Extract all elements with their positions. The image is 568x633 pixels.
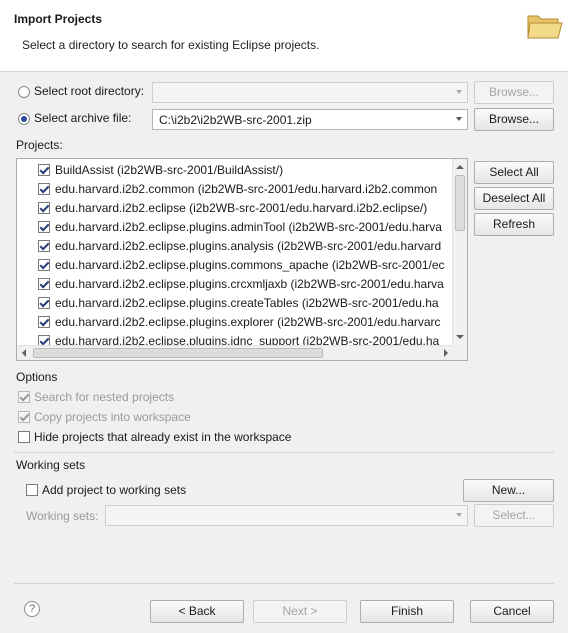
project-name: edu.harvard.i2b2.common (i2b2WB-src-2001…	[55, 182, 438, 196]
project-name: edu.harvard.i2b2.eclipse.plugins.jdnc_su…	[55, 334, 440, 345]
project-checkbox[interactable]	[38, 221, 50, 233]
archive-browse-button[interactable]: Browse...	[474, 108, 554, 131]
search-nested-label: Search for nested projects	[34, 390, 175, 404]
project-name: edu.harvard.i2b2.eclipse.plugins.createT…	[55, 296, 439, 310]
search-nested-checkbox[interactable]	[18, 391, 30, 403]
dialog-header: Import Projects Select a directory to se…	[0, 0, 568, 72]
hide-existing-label: Hide projects that already exist in the …	[34, 430, 292, 444]
folder-icon	[527, 15, 563, 39]
cancel-button[interactable]: Cancel	[470, 600, 554, 623]
archive-file-combo[interactable]: C:\i2b2\i2b2WB-src-2001.zip	[152, 109, 468, 130]
project-name: edu.harvard.i2b2.eclipse.plugins.analysi…	[55, 239, 442, 253]
project-checkbox[interactable]	[38, 316, 50, 328]
list-item[interactable]: edu.harvard.i2b2.eclipse.plugins.crcxmlj…	[17, 274, 453, 293]
projects-list-viewport: BuildAssist (i2b2WB-src-2001/BuildAssist…	[17, 159, 453, 345]
list-item[interactable]: edu.harvard.i2b2.eclipse.plugins.createT…	[17, 293, 453, 312]
project-checkbox[interactable]	[38, 183, 50, 195]
copy-projects-checkbox[interactable]	[18, 411, 30, 423]
scroll-up-icon[interactable]	[456, 165, 464, 169]
working-sets-heading: Working sets	[16, 458, 86, 472]
refresh-button[interactable]: Refresh	[474, 213, 554, 236]
new-working-set-button[interactable]: New...	[463, 479, 554, 502]
help-icon[interactable]: ?	[24, 601, 40, 617]
chevron-down-icon	[456, 90, 462, 94]
scroll-thumb[interactable]	[455, 175, 465, 231]
select-root-directory-radio[interactable]	[18, 86, 30, 98]
list-item[interactable]: edu.harvard.i2b2.eclipse.plugins.explore…	[17, 312, 453, 331]
project-name: edu.harvard.i2b2.eclipse.plugins.commons…	[55, 258, 445, 272]
back-button[interactable]: < Back	[150, 600, 244, 623]
project-name: BuildAssist (i2b2WB-src-2001/BuildAssist…	[55, 163, 284, 177]
list-item[interactable]: edu.harvard.i2b2.eclipse (i2b2WB-src-200…	[17, 198, 453, 217]
root-directory-combo[interactable]	[152, 82, 468, 103]
list-item[interactable]: BuildAssist (i2b2WB-src-2001/BuildAssist…	[17, 160, 453, 179]
select-archive-file-label: Select archive file:	[34, 111, 132, 125]
scroll-left-icon[interactable]	[22, 349, 26, 357]
projects-list[interactable]: BuildAssist (i2b2WB-src-2001/BuildAssist…	[16, 158, 468, 361]
select-root-directory-label: Select root directory:	[34, 84, 145, 98]
options-heading: Options	[16, 370, 58, 384]
section-divider	[14, 452, 554, 453]
footer-divider	[14, 583, 554, 584]
finish-button[interactable]: Finish	[360, 600, 454, 623]
project-checkbox[interactable]	[38, 164, 50, 176]
list-item[interactable]: edu.harvard.i2b2.eclipse.plugins.jdnc_su…	[17, 331, 453, 345]
select-archive-file-radio[interactable]	[18, 113, 30, 125]
archive-file-value: C:\i2b2\i2b2WB-src-2001.zip	[159, 113, 312, 127]
root-browse-button[interactable]: Browse...	[474, 81, 554, 104]
project-name: edu.harvard.i2b2.eclipse (i2b2WB-src-200…	[55, 201, 428, 215]
project-checkbox[interactable]	[38, 278, 50, 290]
project-checkbox[interactable]	[38, 335, 50, 345]
project-checkbox[interactable]	[38, 202, 50, 214]
chevron-down-icon	[456, 513, 462, 517]
project-checkbox[interactable]	[38, 240, 50, 252]
dialog-title: Import Projects	[14, 12, 103, 26]
scroll-thumb[interactable]	[33, 348, 323, 358]
chevron-down-icon	[456, 117, 462, 121]
copy-projects-label: Copy projects into workspace	[34, 410, 191, 424]
deselect-all-button[interactable]: Deselect All	[474, 187, 554, 210]
projects-label: Projects:	[16, 138, 63, 152]
vertical-scrollbar[interactable]	[452, 159, 467, 345]
select-working-set-button[interactable]: Select...	[474, 504, 554, 527]
scroll-right-icon[interactable]	[444, 349, 448, 357]
hide-existing-checkbox[interactable]	[18, 431, 30, 443]
dialog-description: Select a directory to search for existin…	[22, 38, 320, 52]
working-sets-label: Working sets:	[26, 509, 99, 523]
project-name: edu.harvard.i2b2.eclipse.plugins.explore…	[55, 315, 441, 329]
add-to-working-sets-checkbox[interactable]	[26, 484, 38, 496]
list-item[interactable]: edu.harvard.i2b2.eclipse.plugins.analysi…	[17, 236, 453, 255]
working-sets-combo[interactable]	[105, 505, 468, 526]
project-checkbox[interactable]	[38, 259, 50, 271]
horizontal-scrollbar[interactable]	[17, 345, 453, 360]
list-item[interactable]: edu.harvard.i2b2.eclipse.plugins.commons…	[17, 255, 453, 274]
project-checkbox[interactable]	[38, 297, 50, 309]
list-item[interactable]: edu.harvard.i2b2.common (i2b2WB-src-2001…	[17, 179, 453, 198]
scroll-down-icon[interactable]	[456, 335, 464, 339]
next-button[interactable]: Next >	[253, 600, 347, 623]
scrollbar-corner	[452, 345, 467, 360]
project-name: edu.harvard.i2b2.eclipse.plugins.crcxmlj…	[55, 277, 444, 291]
select-all-button[interactable]: Select All	[474, 161, 554, 184]
project-name: edu.harvard.i2b2.eclipse.plugins.adminTo…	[55, 220, 442, 234]
list-item[interactable]: edu.harvard.i2b2.eclipse.plugins.adminTo…	[17, 217, 453, 236]
add-to-working-sets-label: Add project to working sets	[42, 483, 187, 497]
